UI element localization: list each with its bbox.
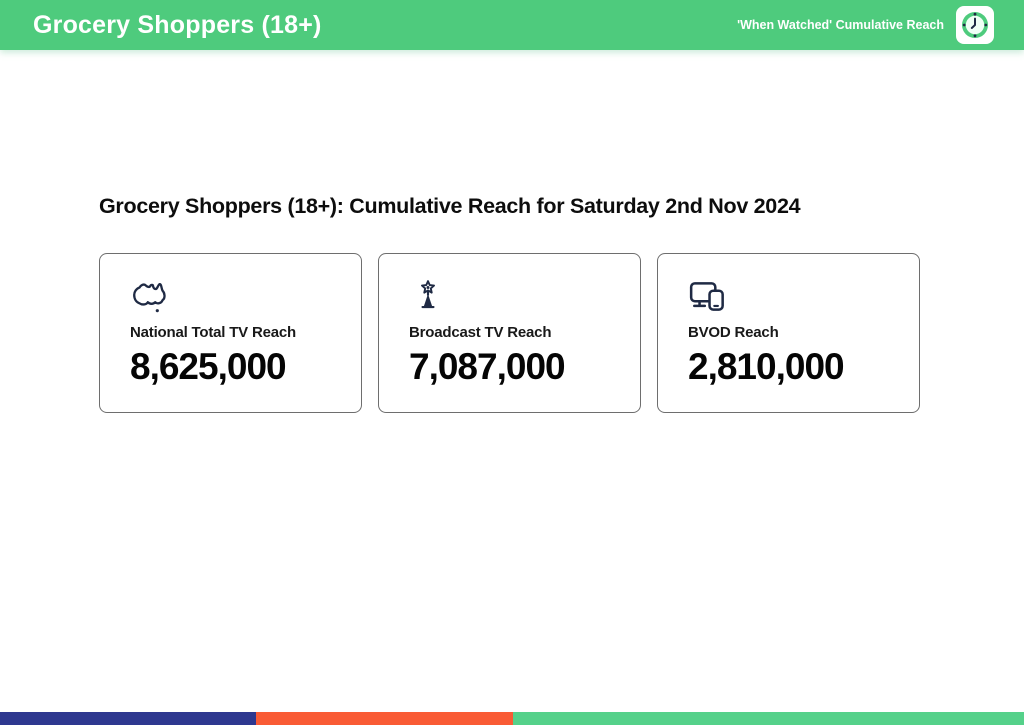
kpi-card-national-total-tv: National Total TV Reach 8,625,000 [99, 253, 362, 413]
kpi-label: BVOD Reach [688, 324, 779, 341]
kpi-card-broadcast-tv: Broadcast TV Reach 7,087,000 [378, 253, 641, 413]
kpi-value: 7,087,000 [409, 346, 566, 387]
clock-icon [960, 10, 990, 40]
footer-color-bar [0, 712, 1024, 725]
clock-icon-button[interactable] [956, 6, 994, 44]
australia-map-icon [130, 278, 333, 316]
page-title: Grocery Shoppers (18+) [33, 10, 322, 39]
kpi-label: Broadcast TV Reach [409, 324, 552, 341]
kpi-value: 8,625,000 [130, 346, 287, 387]
app-header: Grocery Shoppers (18+) 'When Watched' Cu… [0, 0, 1024, 50]
kpi-value: 2,810,000 [688, 346, 845, 387]
broadcast-tower-icon [409, 278, 612, 316]
kpi-cards-row: National Total TV Reach 8,625,000 Broadc… [99, 253, 920, 413]
tv-and-phone-devices-icon [688, 278, 891, 316]
footer-segment-green [513, 712, 1024, 725]
report-heading: Grocery Shoppers (18+): Cumulative Reach… [99, 194, 801, 218]
header-right-group: 'When Watched' Cumulative Reach [737, 6, 994, 44]
kpi-card-bvod: BVOD Reach 2,810,000 [657, 253, 920, 413]
header-tagline: 'When Watched' Cumulative Reach [737, 18, 944, 32]
footer-segment-navy [0, 712, 256, 725]
kpi-label: National Total TV Reach [130, 324, 296, 341]
footer-segment-orange [256, 712, 514, 725]
